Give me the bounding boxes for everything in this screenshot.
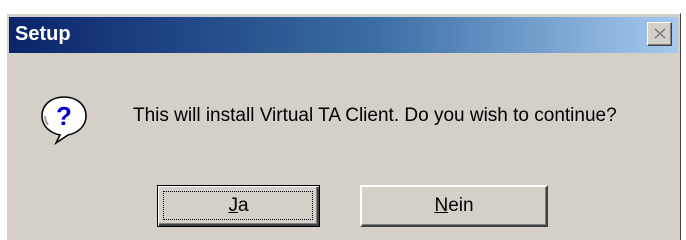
- close-icon: [654, 28, 666, 39]
- nein-label-rest: ein: [448, 195, 474, 216]
- dialog-title: Setup: [15, 23, 71, 45]
- title-bar[interactable]: Setup: [9, 17, 678, 53]
- nein-button[interactable]: Nein: [360, 185, 548, 227]
- close-button[interactable]: [647, 22, 672, 46]
- svg-text:?: ?: [56, 101, 72, 131]
- ja-button[interactable]: Ja: [157, 185, 320, 227]
- setup-dialog: Setup ? This will install Virtual TA Cli…: [6, 13, 681, 240]
- ja-mnemonic: J: [228, 195, 238, 216]
- nein-mnemonic: N: [434, 195, 449, 216]
- ja-label-rest: a: [237, 195, 249, 216]
- question-icon: ?: [41, 96, 87, 145]
- dialog-message: This will install Virtual TA Client. Do …: [133, 105, 617, 126]
- nein-button-label: Nein: [434, 195, 473, 216]
- ja-button-label: Ja: [228, 195, 248, 216]
